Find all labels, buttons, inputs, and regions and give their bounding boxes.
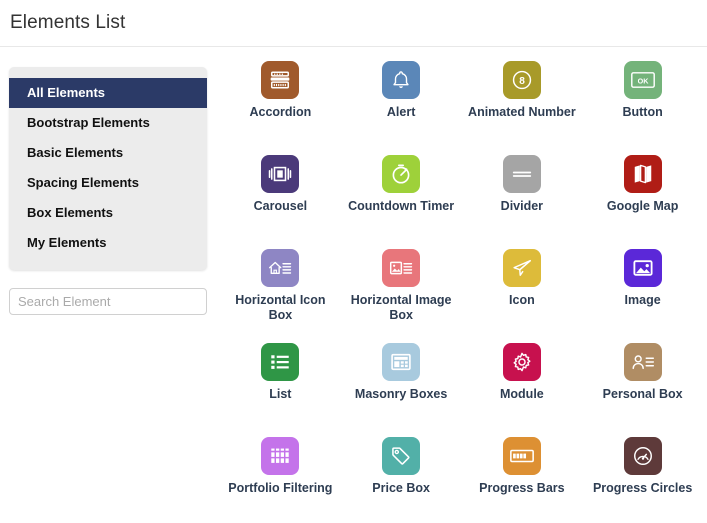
divider-icon — [502, 155, 541, 193]
page-title: Elements List — [10, 12, 126, 33]
element-label: Carousel — [253, 199, 308, 213]
picture-icon — [623, 249, 662, 287]
element-tile-divider[interactable]: Divider — [462, 149, 583, 243]
element-tile-carousel[interactable]: Carousel — [220, 149, 341, 243]
sidebar-item-box-elements[interactable]: Box Elements — [9, 198, 207, 228]
sidebar-item-spacing-elements[interactable]: Spacing Elements — [9, 168, 207, 198]
ok-button-icon: OK — [623, 61, 662, 99]
sidebar: All Elements Bootstrap Elements Basic Elem… — [0, 47, 220, 523]
element-label: Portfolio Filtering — [228, 481, 333, 495]
gear-icon — [502, 343, 541, 381]
element-label: Animated Number — [468, 105, 576, 119]
element-label: Divider — [500, 199, 544, 213]
element-label: Personal Box — [602, 387, 683, 401]
element-label: Google Map — [606, 199, 679, 213]
element-tile-list[interactable]: List — [220, 337, 341, 431]
element-tile-countdown-timer[interactable]: Countdown Timer — [341, 149, 462, 243]
carousel-icon — [261, 155, 300, 193]
element-tile-google-map[interactable]: Google Map — [582, 149, 703, 243]
element-tile-button[interactable]: OK Button — [582, 55, 703, 149]
bell-icon — [382, 61, 421, 99]
svg-text:8: 8 — [519, 76, 525, 87]
stopwatch-icon — [382, 155, 421, 193]
portfolio-grid-icon — [261, 437, 300, 475]
home-with-lines-icon — [261, 249, 300, 287]
sidebar-item-my-elements[interactable]: My Elements — [9, 228, 207, 258]
element-label: Alert — [386, 105, 416, 119]
folded-map-icon — [623, 155, 662, 193]
element-tile-portfolio-filtering[interactable]: Portfolio Filtering — [220, 431, 341, 523]
element-tile-alert[interactable]: Alert — [341, 55, 462, 149]
element-tile-horizontal-image-box[interactable]: Horizontal Image Box — [341, 243, 462, 337]
element-tile-horizontal-icon-box[interactable]: Horizontal Icon Box — [220, 243, 341, 337]
element-label: Module — [500, 387, 544, 401]
element-label: Progress Bars — [479, 481, 565, 495]
category-list-panel: All Elements Bootstrap Elements Basic Elem… — [9, 67, 207, 270]
element-tile-module[interactable]: Module — [462, 337, 583, 431]
gauge-icon — [623, 437, 662, 475]
element-label: Horizontal Image Box — [350, 293, 452, 322]
element-tile-progress-bars[interactable]: Progress Bars — [462, 431, 583, 523]
element-label: List — [269, 387, 292, 401]
element-tile-personal-box[interactable]: Personal Box — [582, 337, 703, 431]
grid-boxes-icon — [382, 343, 421, 381]
element-tile-progress-circles[interactable]: Progress Circles — [582, 431, 703, 523]
element-label: Image — [624, 293, 661, 307]
progress-bar-icon — [502, 437, 541, 475]
element-label: Masonry Boxes — [354, 387, 448, 401]
search-input[interactable] — [9, 288, 207, 315]
sidebar-item-all-elements[interactable]: All Elements — [9, 78, 207, 108]
element-label: Accordion — [249, 105, 312, 119]
element-label: Progress Circles — [592, 481, 693, 495]
element-label: Price Box — [372, 481, 430, 495]
element-label: Countdown Timer — [348, 199, 455, 213]
numbered-circle-icon: 8 — [502, 61, 541, 99]
element-tile-animated-number[interactable]: 8 Animated Number — [462, 55, 583, 149]
page-header: Elements List — [0, 0, 707, 47]
elements-grid: Accordion Alert 8 Animated Number OK Button Ca… — [220, 47, 707, 523]
price-tag-icon — [382, 437, 421, 475]
accordion-icon — [261, 61, 300, 99]
list-icon — [261, 343, 300, 381]
image-with-lines-icon — [382, 249, 421, 287]
element-tile-accordion[interactable]: Accordion — [220, 55, 341, 149]
content-area: All Elements Bootstrap Elements Basic Elem… — [0, 47, 707, 523]
element-label: Button — [622, 105, 663, 119]
element-tile-masonry-boxes[interactable]: Masonry Boxes — [341, 337, 462, 431]
svg-text:OK: OK — [637, 76, 649, 85]
element-tile-price-box[interactable]: Price Box — [341, 431, 462, 523]
sidebar-item-basic-elements[interactable]: Basic Elements — [9, 138, 207, 168]
element-tile-icon[interactable]: Icon — [462, 243, 583, 337]
element-label: Horizontal Icon Box — [235, 293, 326, 322]
element-tile-image[interactable]: Image — [582, 243, 703, 337]
sidebar-item-bootstrap-elements[interactable]: Bootstrap Elements — [9, 108, 207, 138]
person-with-lines-icon — [623, 343, 662, 381]
paper-plane-icon — [502, 249, 541, 287]
element-label: Icon — [509, 293, 535, 307]
